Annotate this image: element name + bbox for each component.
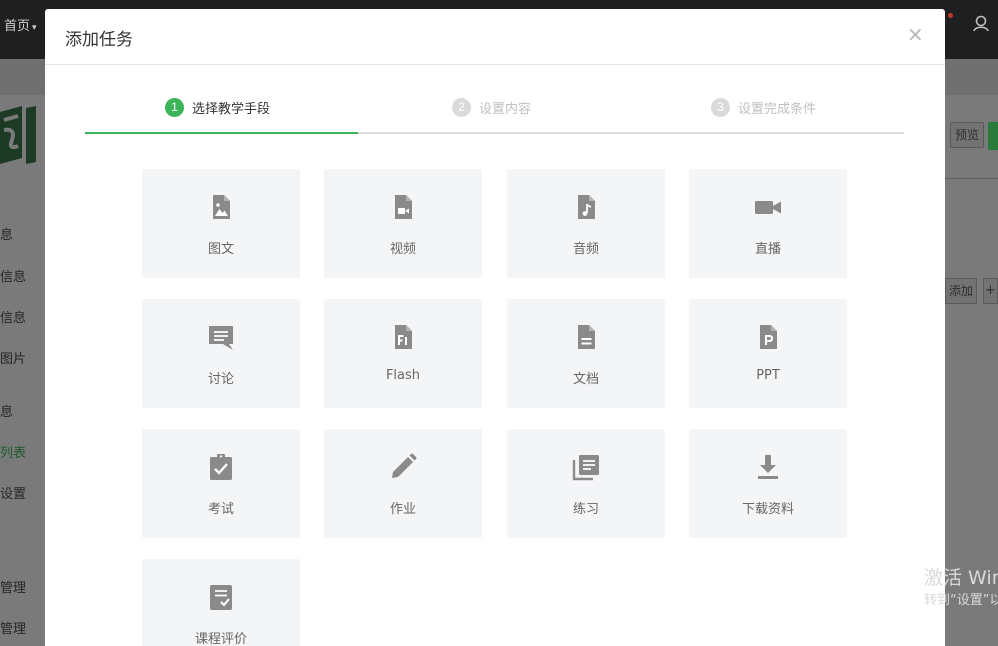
exam-clipboard-icon: [206, 452, 236, 482]
task-type-card-homework[interactable]: 作业: [324, 429, 482, 538]
step-2: 2 设置内容: [452, 96, 531, 118]
task-type-label: 练习: [572, 502, 599, 517]
task-type-label: 音频: [572, 242, 599, 257]
task-type-label: Flash: [385, 368, 421, 383]
step-number: 3: [711, 97, 730, 117]
video-camera-icon: [753, 192, 783, 222]
task-type-card-live[interactable]: 直播: [689, 169, 847, 278]
task-type-label: 文档: [572, 372, 599, 387]
close-button[interactable]: ×: [907, 22, 924, 46]
publish-button[interactable]: [988, 122, 998, 150]
user-icon[interactable]: [972, 14, 990, 32]
add-task-modal: 添加任务 × 1 选择教学手段 2 设置内容 3 设置完成条件 图文 视频 音频…: [45, 9, 945, 646]
task-type-card-image-text[interactable]: 图文: [142, 169, 300, 278]
task-type-card-practice[interactable]: 练习: [507, 429, 665, 538]
step-number: 2: [452, 97, 471, 117]
task-type-label: PPT: [756, 368, 780, 383]
task-type-card-flash[interactable]: Flash: [324, 299, 482, 408]
task-type-label: 作业: [389, 502, 416, 517]
audio-file-icon: [571, 192, 601, 222]
sidebar-item[interactable]: 息: [0, 401, 13, 420]
task-type-label: 图文: [207, 242, 234, 257]
os-activation-watermark: 激活 Win 转到“设置”以: [924, 566, 998, 611]
step-label: 设置完成条件: [738, 101, 817, 117]
sidebar-item[interactable]: 管理: [0, 618, 26, 637]
task-type-label: 课程评价: [194, 632, 247, 646]
task-type-card-exam[interactable]: 考试: [142, 429, 300, 538]
task-type-card-course-evaluation[interactable]: 课程评价: [142, 559, 300, 646]
nav-home-link[interactable]: 首页 ▾: [4, 15, 37, 34]
task-type-card-document[interactable]: 文档: [507, 299, 665, 408]
watermark-title: 激活 Win: [924, 567, 998, 589]
notification-dot: [948, 13, 953, 18]
sidebar-item[interactable]: 信息: [0, 307, 26, 326]
practice-library-icon: [571, 452, 601, 482]
task-type-label: 直播: [754, 242, 781, 257]
sidebar-item[interactable]: 息: [0, 224, 13, 243]
document-icon: [571, 322, 601, 352]
task-type-card-discussion[interactable]: 讨论: [142, 299, 300, 408]
step-progress-bar: [85, 132, 358, 134]
download-icon: [753, 452, 783, 482]
preview-button[interactable]: 预览: [950, 122, 984, 148]
task-type-label: 视频: [389, 242, 416, 257]
plus-button[interactable]: +: [983, 278, 998, 304]
task-type-card-ppt[interactable]: PPT: [689, 299, 847, 408]
sidebar-item-active[interactable]: 列表: [0, 442, 26, 461]
evaluation-icon: [206, 582, 236, 612]
sidebar-item[interactable]: 设置: [0, 483, 26, 502]
step-number: 1: [165, 97, 184, 117]
task-type-label: 下载资料: [741, 502, 794, 517]
toolbar-divider: [945, 178, 998, 179]
step-indicator: 1 选择教学手段 2 设置内容 3 设置完成条件: [85, 92, 904, 134]
sidebar-item[interactable]: 图片: [0, 348, 26, 367]
step-label: 选择教学手段: [192, 101, 271, 117]
task-type-label: 讨论: [207, 372, 234, 387]
course-logo: [0, 106, 36, 164]
watermark-subtitle: 转到“设置”以: [924, 593, 998, 608]
modal-header: 添加任务 ×: [45, 9, 945, 65]
sidebar-item[interactable]: 管理: [0, 577, 26, 596]
pencil-icon: [388, 452, 418, 482]
task-type-card-download[interactable]: 下载资料: [689, 429, 847, 538]
step-3: 3 设置完成条件: [711, 96, 816, 118]
ppt-file-icon: [753, 322, 783, 352]
image-file-icon: [206, 192, 236, 222]
video-file-icon: [388, 192, 418, 222]
sidebar-item[interactable]: 信息: [0, 266, 26, 285]
task-type-label: 考试: [207, 502, 234, 517]
discussion-icon: [206, 322, 236, 352]
add-button[interactable]: 添加: [945, 278, 977, 304]
flash-file-icon: [388, 322, 418, 352]
step-label: 设置内容: [479, 101, 532, 117]
task-type-card-video[interactable]: 视频: [324, 169, 482, 278]
step-1: 1 选择教学手段: [165, 96, 270, 118]
modal-title: 添加任务: [65, 30, 133, 50]
task-type-card-audio[interactable]: 音频: [507, 169, 665, 278]
